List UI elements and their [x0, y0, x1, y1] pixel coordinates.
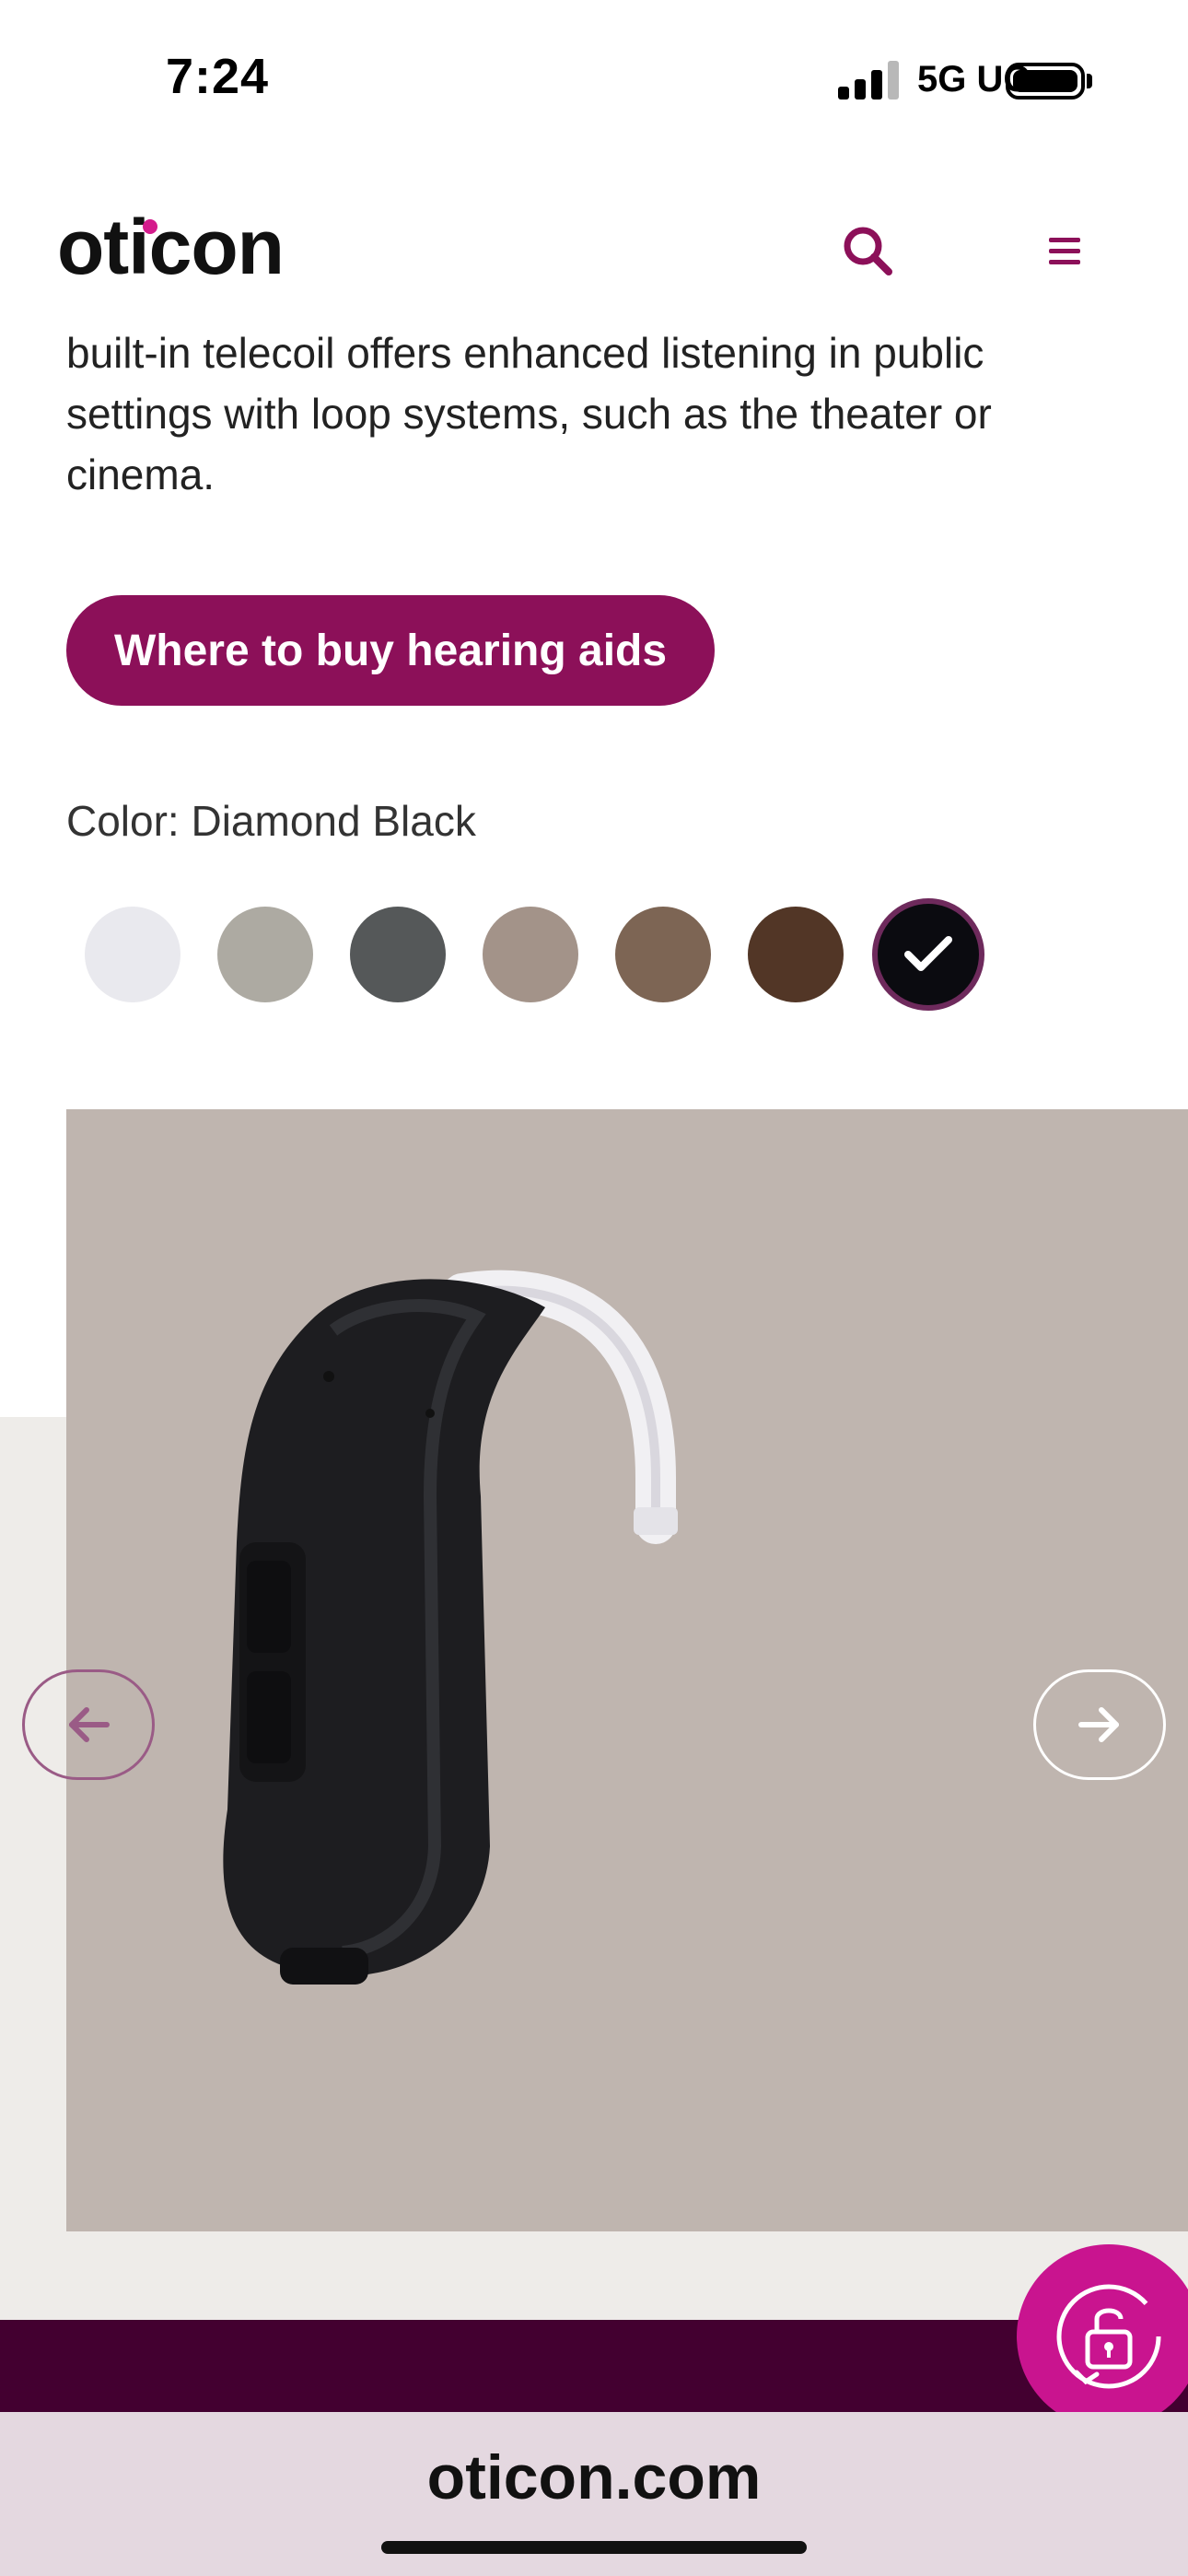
url-text[interactable]: oticon.com: [0, 2441, 1188, 2513]
where-to-buy-button[interactable]: Where to buy hearing aids: [66, 595, 715, 706]
arrow-right-icon: [1078, 1707, 1119, 1742]
status-time: 7:24: [166, 49, 270, 104]
swatch-beige[interactable]: [483, 907, 578, 1002]
next-image-button[interactable]: [1033, 1669, 1166, 1780]
accessibility-unlock-icon: [1056, 2284, 1161, 2389]
intro-paragraph: built-in telecoil offers enhanced listen…: [66, 329, 992, 498]
previous-image-button[interactable]: [22, 1669, 155, 1780]
swatch-silver[interactable]: [217, 907, 313, 1002]
swatch-diamond-black[interactable]: [872, 898, 984, 1011]
swatch-white[interactable]: [85, 907, 181, 1002]
product-image-stage: [66, 1109, 1188, 2231]
battery-icon: [1006, 63, 1085, 100]
accessibility-unlock-button[interactable]: [1017, 2244, 1188, 2429]
arrow-left-icon: [69, 1707, 110, 1742]
signal-icon: [838, 61, 899, 100]
swatch-dark-brown[interactable]: [748, 907, 844, 1002]
hamburger-menu-icon[interactable]: [1024, 210, 1107, 293]
logo-text: oticon: [57, 204, 285, 290]
footer-band: [0, 2320, 1188, 2412]
swatch-brown[interactable]: [615, 907, 711, 1002]
color-label: Color: Diamond Black: [66, 797, 476, 845]
battery-tip: [1087, 74, 1092, 88]
hearing-aid-image: [223, 1270, 678, 1985]
home-indicator[interactable]: [381, 2541, 807, 2554]
oticon-logo[interactable]: oticon: [57, 203, 285, 292]
checkmark-icon: [904, 936, 952, 971]
search-icon[interactable]: [827, 210, 910, 293]
logo-dot: [143, 219, 157, 234]
swatch-graphite[interactable]: [350, 907, 446, 1002]
